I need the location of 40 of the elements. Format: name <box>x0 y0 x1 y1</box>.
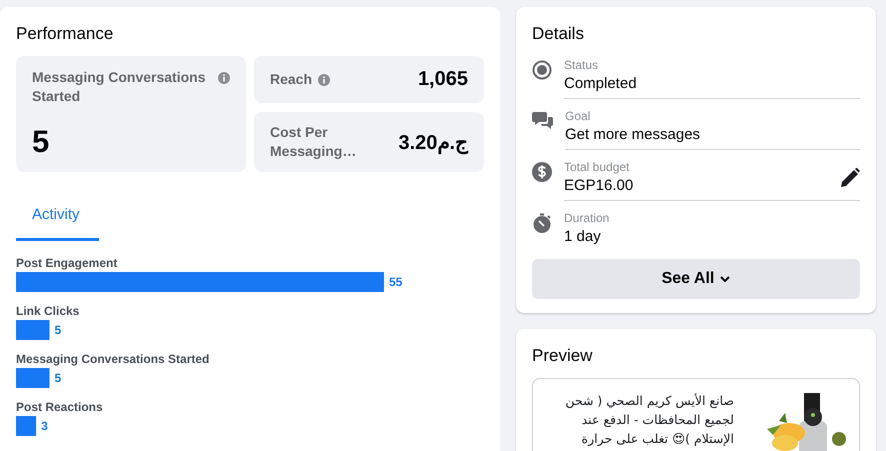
metric-label: Reach <box>270 70 312 89</box>
bar-label: Post Engagement <box>16 256 118 270</box>
bar-value: 55 <box>389 275 402 289</box>
card-title: Preview <box>532 346 594 366</box>
post-preview[interactable]: صانع الأيس كريم الصحي ( شحن لجميع المحافظات - الدفع عند الإستلام )😍 تغلب على حرارة <box>532 378 860 451</box>
stopwatch-icon <box>532 213 552 233</box>
bar-value: 5 <box>54 371 62 385</box>
bar-value: 5 <box>54 323 62 337</box>
bar-value: 3 <box>41 419 48 433</box>
detail-value: Get more messages <box>565 126 700 143</box>
detail-label: Goal <box>565 109 592 123</box>
card-title: Details <box>532 24 585 44</box>
info-icon[interactable] <box>318 74 330 86</box>
tab[interactable]: Activity <box>16 194 99 241</box>
detail-label: Duration <box>564 211 610 225</box>
bar <box>16 320 50 340</box>
detail-label: Status <box>564 58 600 72</box>
dollar-icon <box>532 162 552 182</box>
metric-label: Cost Per Messaging… <box>270 123 358 161</box>
metric-label: Messaging Conversations Started <box>32 68 206 106</box>
bar-label: Link Clicks <box>16 304 80 318</box>
post-text: صانع الأيس كريم الصحي ( شحن لجميع المحافظات - الدفع عند الإستلام )😍 تغلب على حرارة <box>564 392 734 448</box>
detail-value: 1 day <box>564 228 602 245</box>
chat-bubbles-icon <box>532 111 553 131</box>
pencil-icon[interactable] <box>841 168 860 186</box>
bar-label: Messaging Conversations Started <box>16 352 210 366</box>
metric-value: 1,065 <box>418 68 468 91</box>
info-icon[interactable] <box>218 72 230 84</box>
bar <box>16 368 50 388</box>
see-all-button[interactable]: See All <box>532 259 860 299</box>
metric-value: 5 <box>32 124 50 160</box>
detail-value: EGP16.00 <box>564 177 634 194</box>
radio-circle-icon <box>532 60 552 80</box>
bar-label: Post Reactions <box>16 400 103 414</box>
bar <box>16 416 36 436</box>
chevron-down-icon <box>720 276 730 282</box>
detail-label: Total budget <box>564 160 630 174</box>
metric-value: 3.20ج.م <box>398 130 468 154</box>
detail-value: Completed <box>564 75 637 92</box>
card-title: Performance <box>16 24 114 44</box>
